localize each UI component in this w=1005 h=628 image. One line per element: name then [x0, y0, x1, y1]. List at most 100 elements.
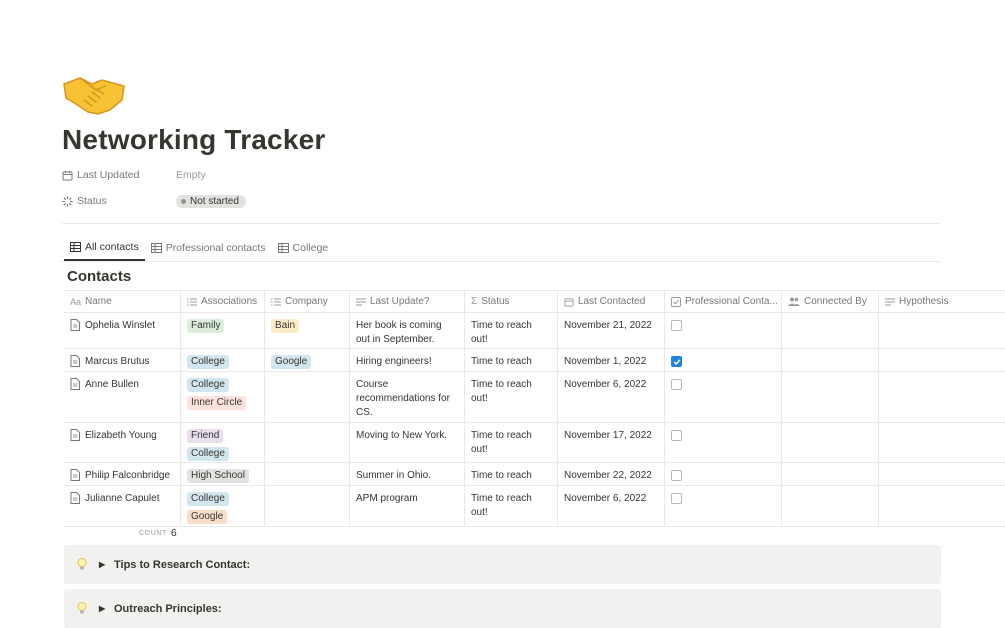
cell-name[interactable]: Ophelia Winslet [64, 313, 181, 348]
property-value[interactable]: Empty [176, 169, 206, 181]
cell-status[interactable]: Time to reach out! [465, 423, 558, 462]
column-header-associations[interactable]: Associations [181, 291, 265, 312]
cell-last-contacted-text: November 1, 2022 [564, 356, 647, 367]
column-header-last-contacted[interactable]: Last Contacted [558, 291, 665, 312]
cell-last-contacted[interactable]: November 22, 2022 [558, 463, 665, 485]
contact-name[interactable]: Philip Falconbridge [85, 469, 170, 481]
cell-hypothesis[interactable] [879, 313, 1005, 348]
column-header-hypothesis[interactable]: Hypothesis [879, 291, 1005, 312]
cell-hypothesis[interactable] [879, 423, 1005, 462]
callout-tips[interactable]: ▶ Tips to Research Contact: [64, 545, 941, 584]
cell-last-update[interactable]: Hiring engineers! [350, 349, 465, 371]
cell-connected-by[interactable] [782, 423, 879, 462]
cell-connected-by[interactable] [782, 463, 879, 485]
cell-hypothesis[interactable] [879, 463, 1005, 485]
contact-name[interactable]: Ophelia Winslet [85, 319, 155, 342]
cell-company[interactable]: Bain [265, 313, 350, 348]
table-row[interactable]: Anne Bullen College Inner Circle Course rec… [64, 372, 1005, 423]
cell-company[interactable] [265, 423, 350, 462]
cell-last-contacted[interactable]: November 21, 2022 [558, 313, 665, 348]
property-status[interactable]: Status Not started [62, 190, 246, 212]
cell-last-update[interactable]: APM program [350, 486, 465, 526]
tag: College [187, 378, 229, 392]
cell-associations[interactable]: Family [181, 313, 265, 348]
cell-hypothesis[interactable] [879, 372, 1005, 422]
tab-college[interactable]: College [272, 238, 335, 261]
cell-last-update[interactable]: Her book is coming out in September. [350, 313, 465, 348]
table-row[interactable]: Ophelia Winslet Family Bain Her book is com… [64, 313, 1005, 349]
count-footer[interactable]: COUNT 6 [139, 527, 177, 539]
toggle-triangle-icon[interactable]: ▶ [99, 604, 109, 613]
cell-company[interactable]: Google [265, 349, 350, 371]
cell-associations[interactable]: College [181, 349, 265, 371]
page-title[interactable]: Networking Tracker [62, 124, 325, 156]
cell-status[interactable]: Time to reach out! [465, 372, 558, 422]
contact-name[interactable]: Elizabeth Young [85, 429, 157, 456]
cell-company[interactable] [265, 463, 350, 485]
column-header-status[interactable]: Σ Status [465, 291, 558, 312]
cell-name[interactable]: Anne Bullen [64, 372, 181, 422]
cell-connected-by[interactable] [782, 313, 879, 348]
cell-professional[interactable] [665, 349, 782, 371]
cell-associations[interactable]: Friend College [181, 423, 265, 462]
page-doc-icon [70, 429, 80, 456]
column-header-last-update[interactable]: Last Update? [350, 291, 465, 312]
table-row[interactable]: Julianne Capulet College Google APM program… [64, 486, 1005, 527]
cell-professional[interactable] [665, 486, 782, 526]
table-row[interactable]: Marcus Brutus College Google Hiring enginee… [64, 349, 1005, 372]
column-header-company[interactable]: Company [265, 291, 350, 312]
cell-name[interactable]: Philip Falconbridge [64, 463, 181, 485]
contact-name[interactable]: Marcus Brutus [85, 355, 149, 367]
cell-last-contacted[interactable]: November 6, 2022 [558, 372, 665, 422]
cell-associations[interactable]: High School [181, 463, 265, 485]
professional-checkbox[interactable] [671, 493, 682, 504]
cell-status[interactable]: Time to reach out! [465, 463, 558, 485]
cell-professional[interactable] [665, 313, 782, 348]
cell-name[interactable]: Marcus Brutus [64, 349, 181, 371]
column-label: Status [481, 296, 510, 307]
cell-last-contacted[interactable]: November 17, 2022 [558, 423, 665, 462]
property-last-updated[interactable]: Last Updated Empty [62, 164, 206, 186]
cell-associations[interactable]: College Google [181, 486, 265, 526]
tab-all-contacts[interactable]: All contacts [64, 238, 145, 261]
cell-company[interactable] [265, 372, 350, 422]
handshake-icon[interactable] [62, 70, 128, 120]
column-header-connected-by[interactable]: Connected By [782, 291, 879, 312]
status-badge[interactable]: Not started [176, 194, 246, 208]
column-header-professional[interactable]: Professional Conta... [665, 291, 782, 312]
professional-checkbox[interactable] [671, 430, 682, 441]
professional-checkbox[interactable] [671, 379, 682, 390]
cell-name[interactable]: Julianne Capulet [64, 486, 181, 526]
cell-name[interactable]: Elizabeth Young [64, 423, 181, 462]
database-title[interactable]: Contacts [67, 268, 131, 285]
professional-checkbox[interactable] [671, 470, 682, 481]
cell-company[interactable] [265, 486, 350, 526]
cell-last-update[interactable]: Moving to New York. [350, 423, 465, 462]
cell-status[interactable]: Time to reach out! [465, 486, 558, 526]
column-header-name[interactable]: Aa Name [64, 291, 181, 312]
cell-status[interactable]: Time to reach out! [465, 313, 558, 348]
table-row[interactable]: Elizabeth Young Friend College Moving to Ne… [64, 423, 1005, 463]
cell-last-contacted[interactable]: November 6, 2022 [558, 486, 665, 526]
cell-associations[interactable]: College Inner Circle [181, 372, 265, 422]
cell-last-contacted[interactable]: November 1, 2022 [558, 349, 665, 371]
contact-name[interactable]: Anne Bullen [85, 378, 139, 416]
cell-professional[interactable] [665, 463, 782, 485]
cell-last-update[interactable]: Course recommendations for CS. [350, 372, 465, 422]
toggle-triangle-icon[interactable]: ▶ [99, 560, 109, 569]
table-row[interactable]: Philip Falconbridge High School Summer in … [64, 463, 1005, 486]
cell-status[interactable]: Time to reach out! [465, 349, 558, 371]
cell-connected-by[interactable] [782, 372, 879, 422]
tab-professional-contacts[interactable]: Professional contacts [145, 238, 272, 261]
cell-connected-by[interactable] [782, 349, 879, 371]
contact-name[interactable]: Julianne Capulet [85, 492, 160, 520]
cell-hypothesis[interactable] [879, 349, 1005, 371]
callout-outreach[interactable]: ▶ Outreach Principles: [64, 589, 941, 628]
cell-professional[interactable] [665, 372, 782, 422]
cell-connected-by[interactable] [782, 486, 879, 526]
professional-checkbox[interactable] [671, 320, 682, 331]
cell-professional[interactable] [665, 423, 782, 462]
cell-hypothesis[interactable] [879, 486, 1005, 526]
professional-checkbox[interactable] [671, 356, 682, 367]
cell-last-update[interactable]: Summer in Ohio. [350, 463, 465, 485]
